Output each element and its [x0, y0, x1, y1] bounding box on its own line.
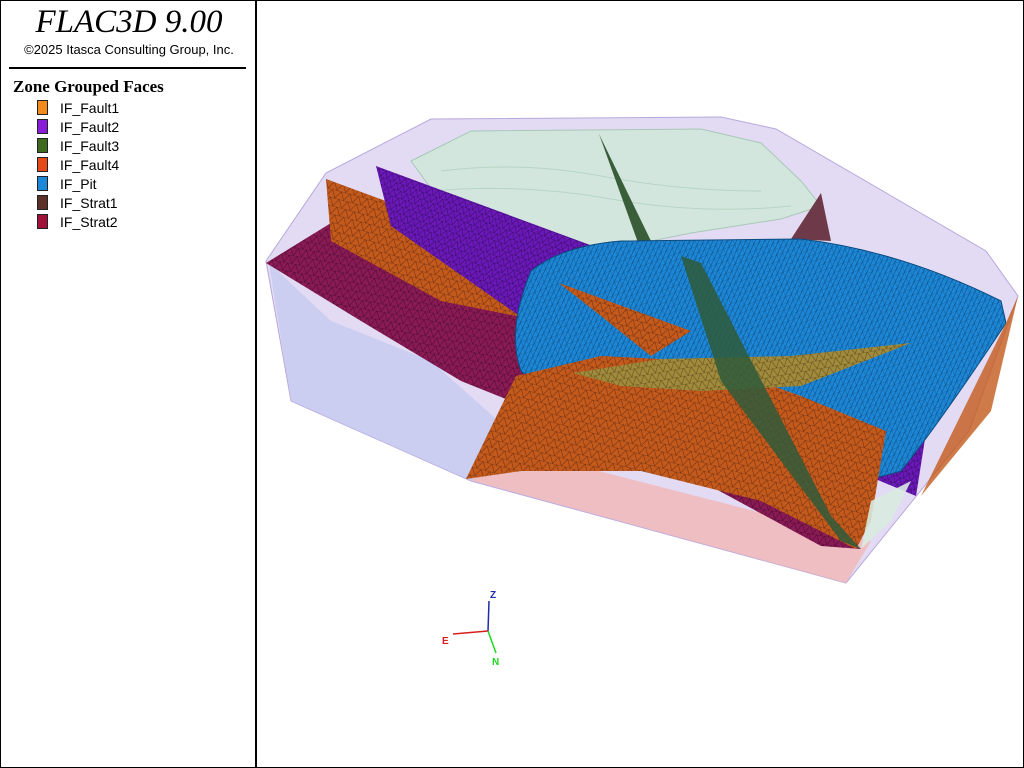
e-axis-label: E [442, 636, 449, 647]
legend-swatch [37, 176, 48, 191]
copyright-text: ©2025 Itasca Consulting Group, Inc. [24, 42, 234, 57]
legend-divider [9, 67, 246, 69]
legend-label: IF_Strat1 [60, 194, 118, 211]
legend-label: IF_Pit [60, 175, 97, 192]
legend-item: IF_Strat1 [37, 193, 119, 212]
legend-item: IF_Fault1 [37, 98, 119, 117]
legend-swatch [37, 195, 48, 210]
legend-label: IF_Fault4 [60, 156, 120, 173]
legend-label: IF_Fault2 [60, 118, 120, 135]
legend-swatch [37, 157, 48, 172]
n-axis-label: N [492, 657, 499, 668]
z-axis-label: Z [490, 590, 496, 601]
legend-item: IF_Strat2 [37, 212, 119, 231]
legend-swatch [37, 214, 48, 229]
legend-label: IF_Strat2 [60, 213, 118, 230]
legend-list: IF_Fault1 IF_Fault2 IF_Fault3 IF_Fault4 … [37, 98, 119, 231]
model-viewport[interactable]: Z E N [259, 2, 1023, 767]
legend-item: IF_Fault2 [37, 117, 119, 136]
legend-item: IF_Fault3 [37, 136, 119, 155]
legend-label: IF_Fault3 [60, 137, 120, 154]
legend-panel: FLAC3D 9.00 ©2025 Itasca Consulting Grou… [1, 1, 257, 767]
axis-triad-icon: Z E N [442, 590, 499, 668]
legend-label: IF_Fault1 [60, 99, 120, 116]
legend-swatch [37, 100, 48, 115]
app-title: FLAC3D 9.00 [35, 4, 223, 40]
application-window: FLAC3D 9.00 ©2025 Itasca Consulting Grou… [0, 0, 1024, 768]
legend-item: IF_Pit [37, 174, 119, 193]
legend-item: IF_Fault4 [37, 155, 119, 174]
legend-title: Zone Grouped Faces [13, 77, 164, 96]
legend-swatch [37, 119, 48, 134]
model-render[interactable]: Z E N [259, 2, 1023, 767]
legend-swatch [37, 138, 48, 153]
